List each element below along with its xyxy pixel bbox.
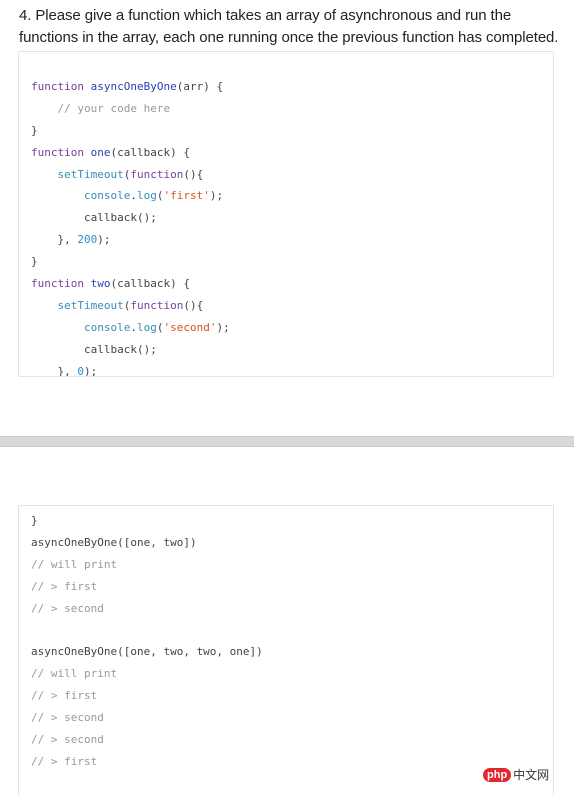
code-token: function <box>31 80 91 93</box>
code-token: callback(); <box>31 211 157 225</box>
page-separator <box>0 436 574 447</box>
code-block-top: function asyncOneByOne(arr) { // your co… <box>18 51 554 377</box>
code-token: }, <box>31 233 78 247</box>
code-line: // > second <box>31 598 263 620</box>
code-token: ); <box>83 364 98 377</box>
code-token: 200 <box>77 233 98 247</box>
code-line: // > second <box>31 707 263 729</box>
code-token: } <box>31 255 38 269</box>
code-line: setTimeout(function(){ <box>31 295 230 317</box>
code-token: (){ <box>183 298 204 312</box>
code-token: console <box>31 320 131 334</box>
code-token: callback(); <box>31 342 157 356</box>
code-token: } <box>31 514 38 527</box>
code-line: // will print <box>31 554 263 576</box>
code-token: ); <box>97 233 111 247</box>
code-token: 0 <box>77 364 84 377</box>
code-line: // > second <box>31 729 263 751</box>
code-token: one <box>90 145 111 159</box>
code-token: // > first <box>31 754 98 768</box>
code-token: // > second <box>31 732 104 746</box>
code-lines-top: function asyncOneByOne(arr) { // your co… <box>31 76 230 377</box>
code-token: // > first <box>31 579 98 593</box>
code-token: ); <box>209 189 224 203</box>
code-token: (){ <box>183 167 204 181</box>
code-line: console.log('first'); <box>31 185 230 207</box>
code-token: setTimeout <box>31 167 124 181</box>
code-line: function asyncOneByOne(arr) { <box>31 76 230 98</box>
code-line: function two(callback) { <box>31 273 230 295</box>
code-line: } <box>31 510 263 532</box>
code-line: // > first <box>31 576 263 598</box>
code-token: function <box>130 298 184 312</box>
code-token: } <box>31 123 38 137</box>
code-line: // your code here <box>31 98 230 120</box>
code-token: (callback) { <box>110 277 190 291</box>
code-token: log <box>136 320 157 334</box>
code-token: (callback) { <box>110 145 190 159</box>
code-token: . <box>130 320 137 334</box>
code-token: 'second' <box>163 320 217 334</box>
code-token: // > second <box>31 601 104 615</box>
code-token: console <box>31 189 131 203</box>
code-line: setTimeout(function(){ <box>31 164 230 186</box>
code-line: // will print <box>31 663 263 685</box>
code-token: function <box>31 145 91 159</box>
code-token: function <box>31 277 91 291</box>
code-token: . <box>130 189 137 203</box>
code-token: ); <box>216 320 230 334</box>
code-line: asyncOneByOne([one, two]) <box>31 532 263 554</box>
code-token: // will print <box>31 557 118 571</box>
code-token: // > second <box>31 711 104 725</box>
code-block-bottom: } asyncOneByOne([one, two]) // will print /… <box>18 505 554 795</box>
code-line: function one(callback) { <box>31 142 230 164</box>
code-token: asyncOneByOne([one, two, two, one]) <box>31 645 263 659</box>
code-line: } <box>31 120 230 142</box>
code-line: // > first <box>31 751 263 773</box>
code-token: two <box>90 277 111 291</box>
code-token: setTimeout <box>31 298 124 312</box>
question-text: 4. Please give a function which takes an… <box>19 7 559 46</box>
code-token: // will print <box>31 667 118 681</box>
code-line: } <box>31 251 230 273</box>
code-token: // your code here <box>31 101 171 115</box>
code-line: console.log('second'); <box>31 317 230 339</box>
code-line: }, 0); <box>31 361 230 377</box>
code-lines-bottom: } asyncOneByOne([one, two]) // will print /… <box>31 510 263 773</box>
code-line: callback(); <box>31 339 230 361</box>
code-token: log <box>136 189 157 203</box>
code-token: (arr) { <box>176 80 224 93</box>
code-line: callback(); <box>31 207 230 229</box>
code-token: asyncOneByOne <box>90 80 177 93</box>
code-line: }, 200); <box>31 229 230 251</box>
code-line: // > first <box>31 685 263 707</box>
code-token: asyncOneByOne([one, two]) <box>31 535 197 549</box>
code-token: function <box>130 167 184 181</box>
code-token: // > first <box>31 689 98 703</box>
code-token: 'first' <box>163 189 210 203</box>
code-line: asyncOneByOne([one, two, two, one]) <box>31 641 263 663</box>
code-token: }, <box>31 364 78 377</box>
